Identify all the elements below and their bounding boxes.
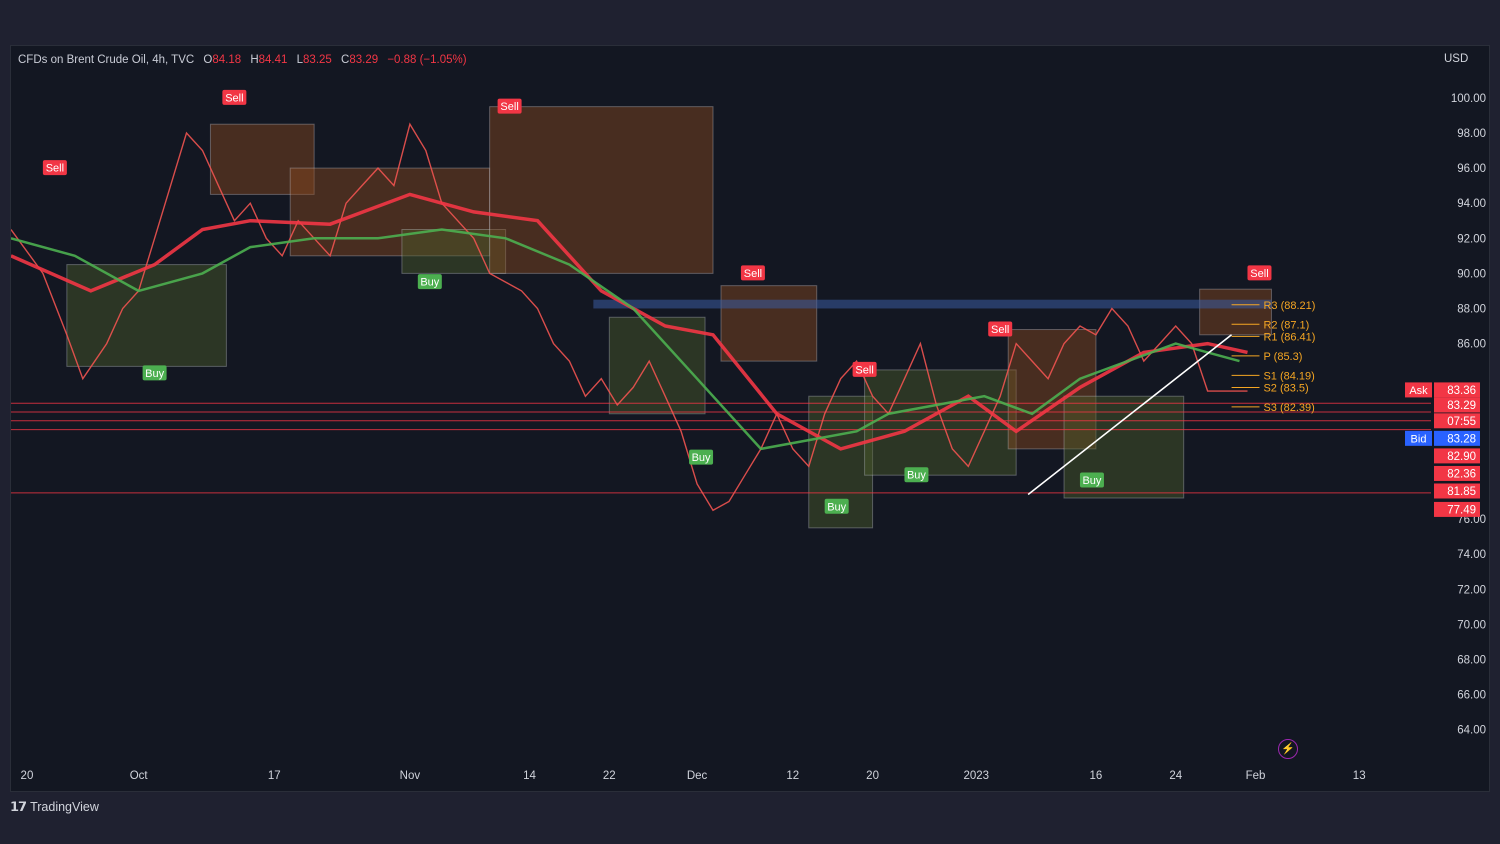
signal-label: Sell xyxy=(744,268,762,280)
signal-label: Buy xyxy=(1082,475,1101,487)
buy-signal: Buy xyxy=(417,274,442,290)
y-tick-label: 98.00 xyxy=(1457,128,1486,140)
y-tick-label: 100.00 xyxy=(1451,93,1486,105)
pivot-label: R1 (86.41) xyxy=(1263,331,1315,343)
signal-zone-box xyxy=(489,106,714,274)
high-label: H xyxy=(250,54,259,66)
signal-label: Sell xyxy=(46,163,64,175)
x-tick-label: 12 xyxy=(786,770,799,782)
sell-signal: Sell xyxy=(42,160,67,176)
change-value: −0.88 (−1.05%) xyxy=(387,54,467,66)
buy-signal: Buy xyxy=(1079,472,1104,488)
y-tick-label: 68.00 xyxy=(1457,654,1486,666)
x-tick-label: 22 xyxy=(603,770,616,782)
y-tick-label: 64.00 xyxy=(1457,725,1486,737)
signal-label: Sell xyxy=(225,92,243,104)
sell-signal: Sell xyxy=(988,321,1013,337)
x-tick-label: Dec xyxy=(687,770,708,782)
price-tag-value: 83.36 xyxy=(1447,385,1476,397)
price-tag-value: 83.28 xyxy=(1447,433,1476,445)
x-tick-label: 16 xyxy=(1090,770,1103,782)
y-tick-label: 90.00 xyxy=(1457,268,1486,280)
y-tick-label: 70.00 xyxy=(1457,619,1486,631)
x-tick-label: Feb xyxy=(1246,770,1266,782)
x-tick-label: 17 xyxy=(268,770,281,782)
signal-label: Sell xyxy=(1250,268,1268,280)
x-tick-label: 14 xyxy=(523,770,536,782)
signal-label: Buy xyxy=(145,368,164,380)
y-tick-label: 74.00 xyxy=(1457,549,1486,561)
buy-signal: Buy xyxy=(142,365,167,381)
currency-label: USD xyxy=(1444,53,1469,65)
x-tick-label: 20 xyxy=(866,770,879,782)
signal-label: Sell xyxy=(500,101,518,113)
y-tick-label: 66.00 xyxy=(1457,690,1486,702)
x-tick-label: 13 xyxy=(1353,770,1366,782)
signal-zone-box xyxy=(66,264,227,367)
pivot-label: P (85.3) xyxy=(1263,351,1302,363)
y-tick-label: 92.00 xyxy=(1457,233,1486,245)
tv-mark-icon: 𝟭𝟳 xyxy=(10,799,27,814)
sell-signal: Sell xyxy=(852,361,877,377)
close-value: 83.29 xyxy=(349,54,379,66)
y-tick-label: 88.00 xyxy=(1457,303,1486,315)
low-value: 83.25 xyxy=(303,54,332,66)
price-tag-value: 77.49 xyxy=(1447,504,1476,516)
symbol-title: CFDs on Brent Crude Oil, 4h, TVC xyxy=(18,54,195,66)
price-chart[interactable]: Sell Sell Sell Sell Sell Sell Sell Buy Buy Buy Buy… xyxy=(11,46,1489,791)
signal-label: Buy xyxy=(907,470,926,482)
open-label: O xyxy=(203,54,213,66)
tradingview-logo[interactable]: 𝟭𝟳 TradingView xyxy=(10,799,99,815)
price-tag-value: 81.85 xyxy=(1447,486,1476,498)
open-value: 84.18 xyxy=(212,54,242,66)
y-tick-label: 94.00 xyxy=(1457,198,1486,210)
x-tick-label: Nov xyxy=(400,770,421,782)
price-tag-value: 83.29 xyxy=(1447,400,1476,412)
x-tick-label: 24 xyxy=(1169,770,1182,782)
bolt-icon[interactable]: ⚡ xyxy=(1278,739,1298,759)
pivot-label: S1 (84.19) xyxy=(1263,370,1314,382)
pivot-label: S3 (82.39) xyxy=(1263,402,1314,414)
symbol-legend: CFDs on Brent Crude Oil, 4h, TVC O84.18 … xyxy=(18,54,467,66)
price-tag-value: 82.36 xyxy=(1447,468,1476,480)
signal-zone-box xyxy=(720,285,818,362)
sell-signal: Sell xyxy=(222,89,247,105)
signal-label: Sell xyxy=(991,324,1009,336)
pivot-label: R3 (88.21) xyxy=(1263,300,1315,312)
y-tick-label: 72.00 xyxy=(1457,584,1486,596)
signal-label: Buy xyxy=(827,501,846,513)
buy-signal: Buy xyxy=(904,467,929,483)
signal-zone-box xyxy=(864,369,1017,476)
signal-label: Buy xyxy=(692,452,711,464)
price-tag-value: 07:55 xyxy=(1447,416,1476,428)
y-tick-label: 96.00 xyxy=(1457,163,1486,175)
x-tick-label: 20 xyxy=(21,770,34,782)
x-tick-label: Oct xyxy=(130,770,149,782)
price-tag-value: 82.90 xyxy=(1447,451,1476,463)
sell-signal: Sell xyxy=(740,265,765,281)
resistance-zone xyxy=(593,299,1272,309)
signal-zone-box xyxy=(1199,288,1272,336)
sell-signal: Sell xyxy=(1247,265,1272,281)
buy-signal: Buy xyxy=(689,449,714,465)
price-tag-side-label: Ask xyxy=(1409,385,1428,397)
signal-label: Sell xyxy=(855,364,873,376)
sell-signal: Sell xyxy=(497,98,522,114)
high-value: 84.41 xyxy=(258,54,288,66)
signal-label: Buy xyxy=(420,277,439,289)
chart-panel[interactable]: Sell Sell Sell Sell Sell Sell Sell Buy Buy Buy Buy… xyxy=(10,45,1490,792)
x-tick-label: 2023 xyxy=(963,770,989,782)
buy-signal: Buy xyxy=(824,498,849,514)
price-tag-side-label: Bid xyxy=(1411,433,1427,445)
y-tick-label: 86.00 xyxy=(1457,339,1486,351)
tradingview-name: TradingView xyxy=(30,800,99,814)
pivot-label: R2 (87.1) xyxy=(1263,319,1309,331)
pivot-label: S2 (83.5) xyxy=(1263,382,1308,394)
